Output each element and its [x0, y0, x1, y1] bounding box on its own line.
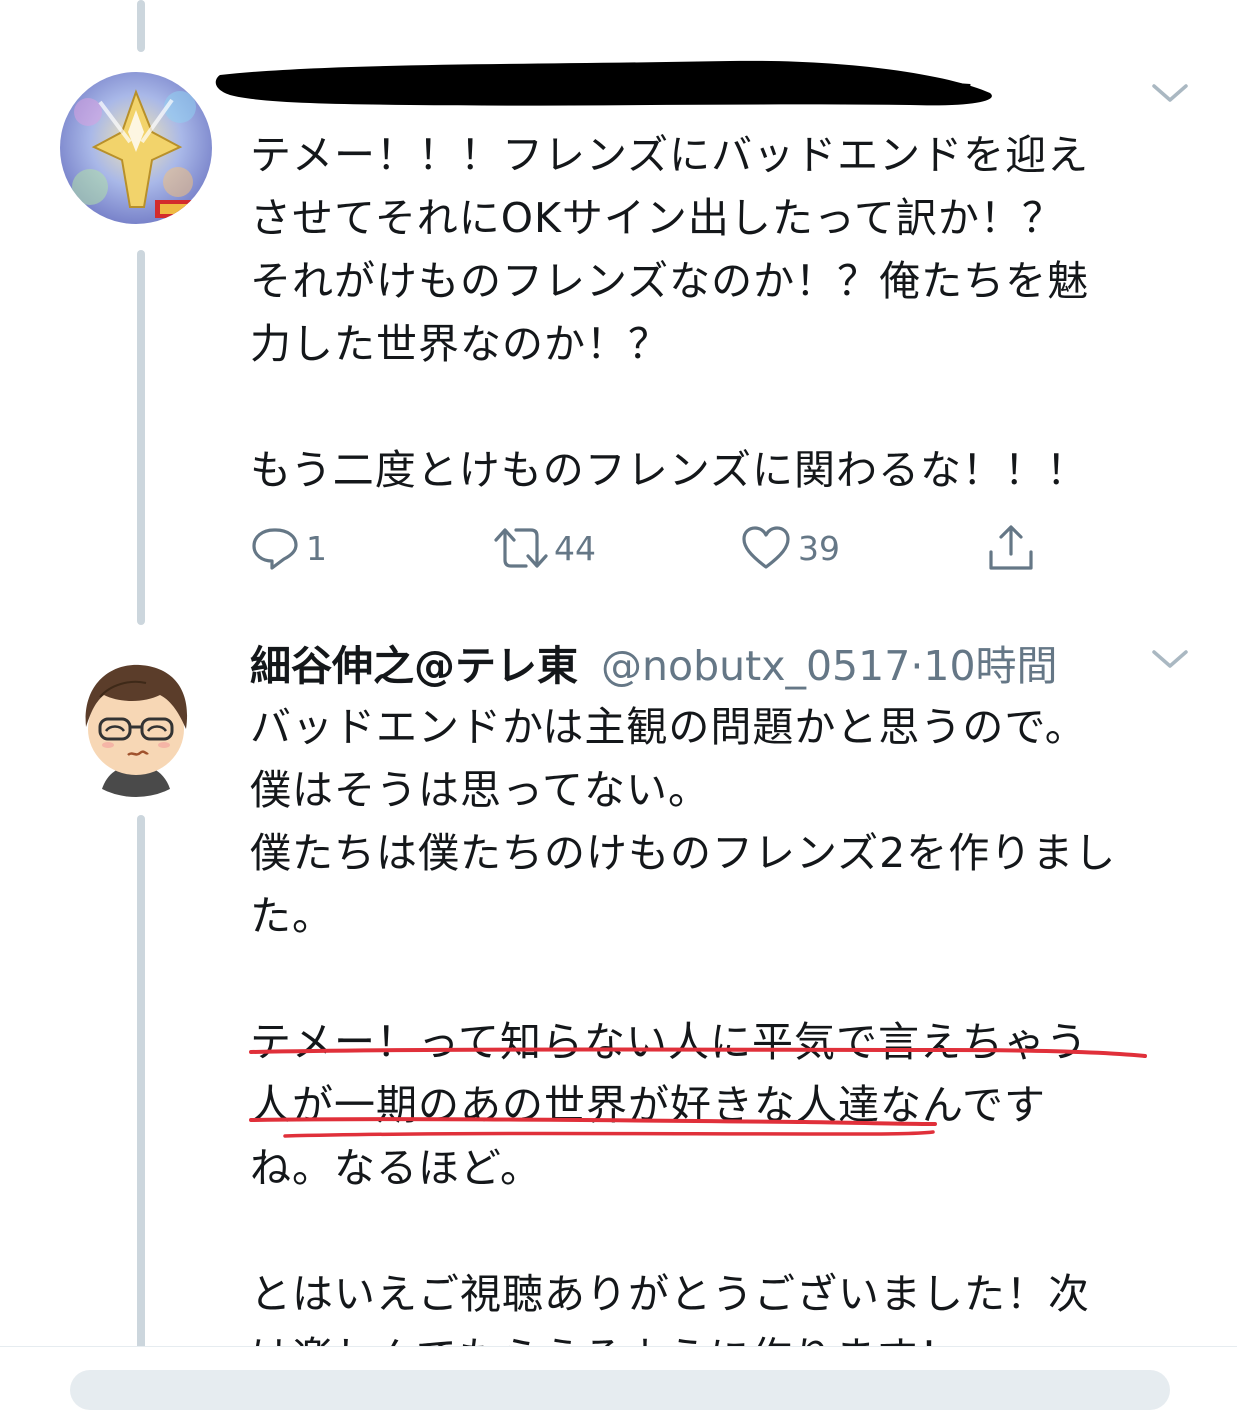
retweet-count: 44	[554, 528, 596, 568]
timestamp[interactable]: 10時間	[923, 642, 1057, 690]
tweet-2-line: バッドエンドかは主観の問題かと思うので。	[250, 703, 1087, 751]
avatar-card-art[interactable]	[60, 72, 212, 224]
tweet-2-line: ね。なるほど。	[250, 1144, 542, 1192]
tweet-2-line: 人が一期のあの世界が好きな人達なんです	[250, 1081, 1046, 1129]
reply-button[interactable]: 1	[250, 520, 327, 576]
tweet-1-line: テメー！！！フレンズにバッドエンドを迎え	[250, 131, 1090, 179]
user-handle[interactable]: @nobutx_0517	[601, 642, 910, 690]
thread-line-middle	[137, 250, 145, 625]
tweet-2-line: テメー！って知らない人に平気で言えちゃう	[250, 1018, 1088, 1066]
retweet-button[interactable]: 44	[492, 520, 596, 576]
reply-compose-bar[interactable]	[70, 1370, 1170, 1410]
chevron-down-icon[interactable]	[1150, 646, 1190, 672]
like-count: 39	[798, 528, 840, 568]
tweet-1-line: もう二度とけものフレンズに関わるな！！！	[250, 446, 1088, 494]
tweet-1-actions: 1 44 39	[250, 520, 1150, 576]
avatar-caricature[interactable]	[60, 645, 212, 797]
tweet-2-line: は楽しんでもらえるように作ります！	[250, 1326, 1210, 1346]
tweet-1-line: 力した世界なのか！？	[250, 320, 670, 368]
like-button[interactable]: 39	[740, 520, 840, 576]
tweet-2-line: とはいえご視聴ありがとうございました！次	[250, 1270, 1090, 1318]
redacted-name	[215, 60, 992, 106]
share-icon	[989, 525, 1033, 570]
thread-line-top	[137, 0, 145, 52]
retweet-icon	[494, 528, 548, 568]
card-art-avatar-image	[60, 72, 212, 224]
thread-line-bottom	[137, 815, 145, 1346]
heart-icon	[742, 526, 790, 569]
chevron-down-icon[interactable]	[1150, 80, 1190, 106]
display-name[interactable]: 細谷伸之@テレ東	[250, 642, 578, 690]
tweet-1-text: テメー！！！フレンズにバッドエンドを迎え させてそれにOKサイン出したって訳か！…	[250, 124, 1180, 502]
separator-dot: ·	[910, 642, 924, 690]
caricature-avatar-image	[60, 645, 212, 797]
tweet-1-line: させてそれにOKサイン出したって訳か！？	[250, 194, 1064, 242]
tweet-2-text: バッドエンドかは主観の問題かと思うので。 僕はそうは思ってない。 僕たちは僕たち…	[250, 696, 1210, 1346]
reply-icon	[252, 528, 298, 570]
tweet-2-header: 細谷伸之@テレ東 @nobutx_0517·10時間	[250, 632, 1058, 692]
reply-count: 1	[306, 528, 327, 568]
tweet-1-line: それがけものフレンズなのか！？俺たちを魅	[250, 257, 1090, 305]
tweet-2-line: た。	[250, 892, 334, 940]
timeline: テメー！！！フレンズにバッドエンドを迎え させてそれにOKサイン出したって訳か！…	[0, 0, 1237, 1346]
tweet-2-line: 僕はそうは思ってない。	[250, 766, 710, 814]
share-button[interactable]	[985, 520, 1037, 576]
tweet-2-line: 僕たちは僕たちのけものフレンズ2を作りまし	[250, 829, 1117, 877]
